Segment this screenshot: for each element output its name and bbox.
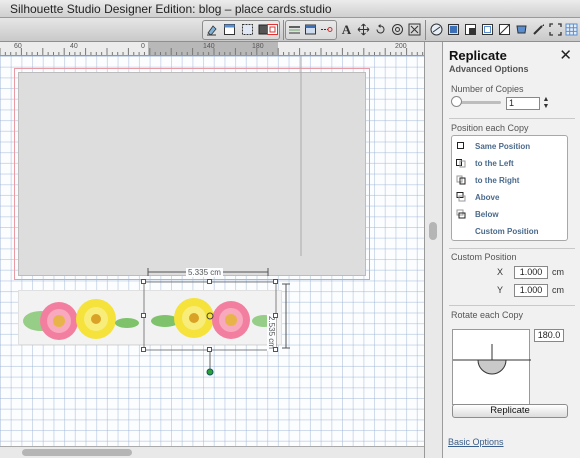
- transform-icon[interactable]: [355, 21, 372, 38]
- toolbar-divider: [283, 20, 284, 40]
- text-style-icon[interactable]: A: [338, 21, 355, 38]
- position-option-custom[interactable]: Custom Position: [452, 223, 567, 240]
- line-style-icon[interactable]: [286, 21, 303, 38]
- horizontal-scrollbar[interactable]: [0, 446, 424, 458]
- close-icon[interactable]: ✕: [559, 46, 572, 64]
- position-option-label: to the Left: [475, 159, 514, 168]
- y-label: Y: [497, 285, 504, 295]
- rotation-dial[interactable]: [452, 329, 531, 405]
- modify-icon[interactable]: [445, 21, 462, 38]
- position-option-label: Above: [475, 193, 500, 202]
- knife-icon[interactable]: [318, 21, 335, 38]
- grid-toggle-icon[interactable]: [563, 21, 580, 38]
- rotation-dial-graphic: [453, 344, 531, 375]
- replicate-button[interactable]: Replicate: [452, 404, 568, 418]
- cut-area: [18, 72, 366, 276]
- x-unit: cm: [552, 267, 564, 277]
- ruler-label: 200: [395, 43, 407, 50]
- same-position-icon: [457, 142, 464, 149]
- fullscreen-icon[interactable]: [547, 21, 564, 38]
- left-position-icon: [456, 159, 466, 168]
- position-option-right[interactable]: to the Right: [452, 172, 567, 189]
- design-store-icon[interactable]: [513, 21, 530, 38]
- copies-label: Number of Copies: [451, 84, 524, 94]
- position-option-label: Same Position: [475, 142, 531, 151]
- y-unit: cm: [552, 285, 564, 295]
- design-canvas[interactable]: 60 40 0 140 180 200 5.335 cm 2.535 cm: [0, 42, 440, 458]
- ruler-label: 60: [14, 43, 22, 50]
- height-dimension-label: 2.535 cm: [267, 314, 276, 351]
- scale-icon[interactable]: [389, 21, 406, 38]
- position-option-label: Below: [475, 210, 499, 219]
- above-position-icon: [456, 192, 466, 202]
- position-list: Same Position to the Left to the Right A…: [451, 135, 568, 241]
- toolbar: A: [0, 18, 580, 42]
- below-position-icon: [456, 209, 466, 219]
- copies-slider-knob[interactable]: [451, 96, 462, 107]
- resize-handle[interactable]: [141, 347, 146, 352]
- cut-settings-icon[interactable]: [239, 21, 256, 38]
- page-setup-icon[interactable]: [221, 21, 238, 38]
- registration-icon[interactable]: [264, 21, 281, 38]
- x-label: X: [497, 267, 504, 277]
- divider: [449, 305, 575, 306]
- eraser-icon[interactable]: [203, 21, 220, 38]
- basic-options-link[interactable]: Basic Options: [448, 437, 504, 447]
- position-option-left[interactable]: to the Left: [452, 155, 567, 172]
- replicate-icon[interactable]: [428, 21, 445, 38]
- toolbar-divider: [425, 20, 426, 40]
- title-bar: Silhouette Studio Designer Edition: blog…: [0, 0, 580, 18]
- offset-icon[interactable]: [462, 21, 479, 38]
- position-option-label: to the Right: [475, 176, 520, 185]
- horizontal-ruler-labels: 60 40 0 140 180 200: [0, 42, 430, 56]
- fill-icon[interactable]: [302, 21, 319, 38]
- custom-position-label: Custom Position: [451, 252, 517, 262]
- vertical-scrollbar[interactable]: [424, 42, 442, 458]
- ruler-label: 40: [70, 43, 78, 50]
- panel-title: Replicate: [449, 48, 507, 63]
- resize-handle[interactable]: [207, 279, 212, 284]
- resize-handle[interactable]: [207, 347, 212, 352]
- position-label: Position each Copy: [451, 123, 529, 133]
- move-icon[interactable]: [406, 21, 423, 38]
- resize-handle[interactable]: [273, 347, 278, 352]
- y-offset-input[interactable]: 1.000: [514, 284, 548, 297]
- resize-handle[interactable]: [141, 279, 146, 284]
- position-option-above[interactable]: Above: [452, 189, 567, 206]
- right-position-icon: [456, 175, 466, 185]
- x-offset-input[interactable]: 1.000: [514, 266, 548, 279]
- width-dimension-label: 5.335 cm: [186, 268, 223, 277]
- trace-options-icon[interactable]: [496, 21, 513, 38]
- resize-handle[interactable]: [141, 313, 146, 318]
- replicate-panel: Replicate ✕ Advanced Options Number of C…: [442, 42, 580, 458]
- divider: [449, 248, 575, 249]
- position-option-same[interactable]: Same Position: [452, 138, 567, 155]
- ruler-label: 140: [203, 43, 215, 50]
- divider: [449, 118, 575, 119]
- page-edge-line: [300, 56, 302, 256]
- sketch-icon[interactable]: [530, 21, 547, 38]
- trace-icon[interactable]: [479, 21, 496, 38]
- copies-stepper[interactable]: ▲ ▼: [542, 96, 550, 112]
- position-option-below[interactable]: Below: [452, 206, 567, 223]
- rotate-icon[interactable]: [372, 21, 389, 38]
- ruler-label: 0: [141, 43, 145, 50]
- copies-input[interactable]: 1: [506, 97, 540, 110]
- rotate-label: Rotate each Copy: [451, 310, 524, 320]
- ruler-label: 180: [252, 43, 264, 50]
- resize-handle[interactable]: [273, 279, 278, 284]
- horizontal-scroll-thumb[interactable]: [22, 449, 132, 456]
- panel-subtitle: Advanced Options: [449, 64, 529, 74]
- window-title: Silhouette Studio Designer Edition: blog…: [10, 2, 332, 16]
- rotation-input[interactable]: 180.0: [534, 329, 564, 342]
- resize-handle[interactable]: [273, 313, 278, 318]
- position-option-label: Custom Position: [475, 227, 539, 236]
- vertical-scroll-thumb[interactable]: [429, 222, 437, 240]
